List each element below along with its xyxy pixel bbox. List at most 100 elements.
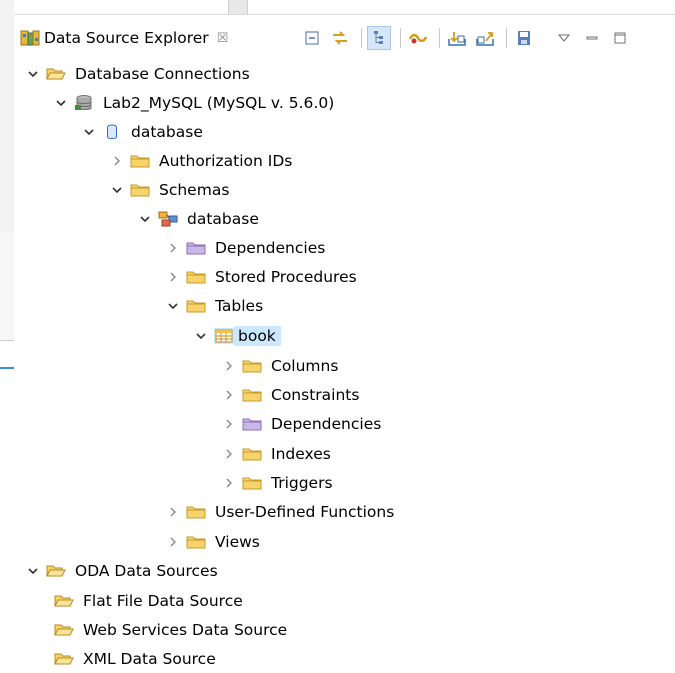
tree-item-label: Flat File Data Source	[83, 592, 243, 610]
folder-icon	[186, 269, 206, 285]
tree-item-views[interactable]: Views	[166, 528, 263, 556]
view-tab-data-source-explorer[interactable]: Data Source Explorer ☒	[14, 25, 228, 51]
data-source-explorer-icon	[20, 29, 40, 47]
chevron-right-icon[interactable]	[166, 535, 180, 549]
tree-item-oda-data-sources[interactable]: ODA Data Sources	[26, 557, 221, 585]
toolbar-separator	[506, 28, 507, 48]
tree-item-label: Indexes	[271, 445, 331, 463]
open-folder-icon	[54, 622, 74, 638]
database-connection-icon	[74, 95, 94, 111]
export-icon[interactable]	[473, 26, 497, 50]
tree-item-label: Constraints	[271, 386, 360, 404]
left-panel-background	[0, 0, 14, 232]
tree-item-label: ODA Data Sources	[75, 562, 218, 580]
folder-icon	[242, 446, 262, 462]
left-panel-lower	[0, 398, 14, 668]
chevron-right-icon[interactable]	[166, 505, 180, 519]
tree-item-stored-procedures[interactable]: Stored Procedures	[166, 263, 360, 291]
chevron-right-icon[interactable]	[222, 417, 236, 431]
tree-item-user-defined-functions[interactable]: User-Defined Functions	[166, 498, 397, 526]
folder-icon	[242, 387, 262, 403]
tree-item-label: database	[131, 123, 203, 141]
tree-item-label: Lab2_MySQL (MySQL v. 5.6.0)	[103, 94, 335, 112]
chevron-down-icon[interactable]	[82, 125, 96, 139]
chevron-down-icon[interactable]	[54, 96, 68, 110]
import-icon[interactable]	[445, 26, 469, 50]
schema-icon	[158, 211, 178, 227]
tree-item-label: Dependencies	[271, 415, 382, 433]
tree-item-columns[interactable]: Columns	[222, 352, 341, 380]
tree-item-schemas[interactable]: Schemas	[110, 176, 232, 204]
tree-item-web-services-data-source[interactable]: Web Services Data Source	[54, 616, 290, 644]
save-icon[interactable]	[512, 26, 536, 50]
chevron-right-icon[interactable]	[166, 270, 180, 284]
toolbar-separator	[361, 28, 362, 48]
folder-icon	[186, 298, 206, 314]
tree-item-schema-database[interactable]: database	[138, 205, 262, 233]
tree-item-label: Schemas	[159, 181, 230, 199]
tree-item-label: User-Defined Functions	[215, 503, 395, 521]
tree-item-label: Triggers	[271, 474, 333, 492]
chevron-right-icon[interactable]	[222, 476, 236, 490]
left-panel-active-indicator	[0, 367, 14, 369]
tree-item-database[interactable]: database	[82, 118, 206, 146]
tree-item-constraints[interactable]: Constraints	[222, 381, 362, 409]
chevron-right-icon[interactable]	[110, 154, 124, 168]
view-menu-icon[interactable]	[552, 26, 576, 50]
new-connection-icon[interactable]	[406, 26, 430, 50]
tree-item-lab2-mysql[interactable]: Lab2_MySQL (MySQL v. 5.6.0)	[54, 89, 337, 117]
folder-icon	[242, 358, 262, 374]
tree-item-label: Views	[215, 533, 260, 551]
view-toolbar	[300, 25, 636, 51]
tree-item-label: Stored Procedures	[215, 268, 357, 286]
data-source-tree: Database Connections Lab2_MySQL (MySQL v…	[14, 58, 675, 668]
chevron-down-icon[interactable]	[166, 299, 180, 313]
tree-layout-icon[interactable]	[367, 26, 391, 50]
tree-item-authorization-ids[interactable]: Authorization IDs	[110, 147, 295, 175]
tree-item-database-connections[interactable]: Database Connections	[26, 60, 253, 88]
tree-item-label: XML Data Source	[83, 650, 216, 668]
link-with-editor-icon[interactable]	[328, 26, 352, 50]
chevron-down-icon[interactable]	[110, 183, 124, 197]
chevron-down-icon[interactable]	[194, 329, 208, 343]
folder-icon	[186, 534, 206, 550]
tree-item-xml-data-source[interactable]: XML Data Source	[54, 645, 219, 673]
collapse-all-icon[interactable]	[300, 26, 324, 50]
table-icon	[214, 328, 234, 344]
chevron-down-icon[interactable]	[26, 67, 40, 81]
minimize-icon[interactable]	[580, 26, 604, 50]
chevron-right-icon[interactable]	[222, 359, 236, 373]
view-header: Data Source Explorer ☒	[14, 14, 675, 55]
tree-item-tables[interactable]: Tables	[166, 292, 266, 320]
top-edge	[14, 0, 675, 14]
purple-folder-icon	[186, 240, 206, 256]
chevron-down-icon[interactable]	[26, 564, 40, 578]
tree-item-book[interactable]: book	[194, 322, 281, 350]
maximize-icon[interactable]	[608, 26, 632, 50]
close-icon[interactable]: ☒	[217, 31, 229, 46]
view-title: Data Source Explorer	[44, 29, 209, 47]
tree-item-book-dependencies[interactable]: Dependencies	[222, 410, 384, 438]
folder-icon	[130, 153, 150, 169]
chevron-right-icon[interactable]	[222, 388, 236, 402]
chevron-down-icon[interactable]	[138, 212, 152, 226]
toolbar-separator	[400, 28, 401, 48]
purple-folder-icon	[242, 416, 262, 432]
left-panel-section	[0, 232, 14, 340]
left-panel-edge	[0, 0, 14, 668]
open-folder-icon	[54, 651, 74, 667]
tree-item-label: Database Connections	[75, 65, 250, 83]
tree-item-triggers[interactable]: Triggers	[222, 469, 336, 497]
minimized-tab[interactable]	[228, 0, 248, 14]
tree-item-label: Authorization IDs	[159, 152, 293, 170]
tree-item-label: Columns	[271, 357, 339, 375]
chevron-right-icon[interactable]	[166, 241, 180, 255]
tree-item-dependencies[interactable]: Dependencies	[166, 234, 328, 262]
open-folder-icon	[54, 593, 74, 609]
tree-item-label: book	[234, 326, 281, 346]
open-folder-icon	[46, 563, 66, 579]
tree-item-indexes[interactable]: Indexes	[222, 440, 334, 468]
tree-item-label: database	[187, 210, 259, 228]
tree-item-flat-file-data-source[interactable]: Flat File Data Source	[54, 587, 246, 615]
chevron-right-icon[interactable]	[222, 447, 236, 461]
